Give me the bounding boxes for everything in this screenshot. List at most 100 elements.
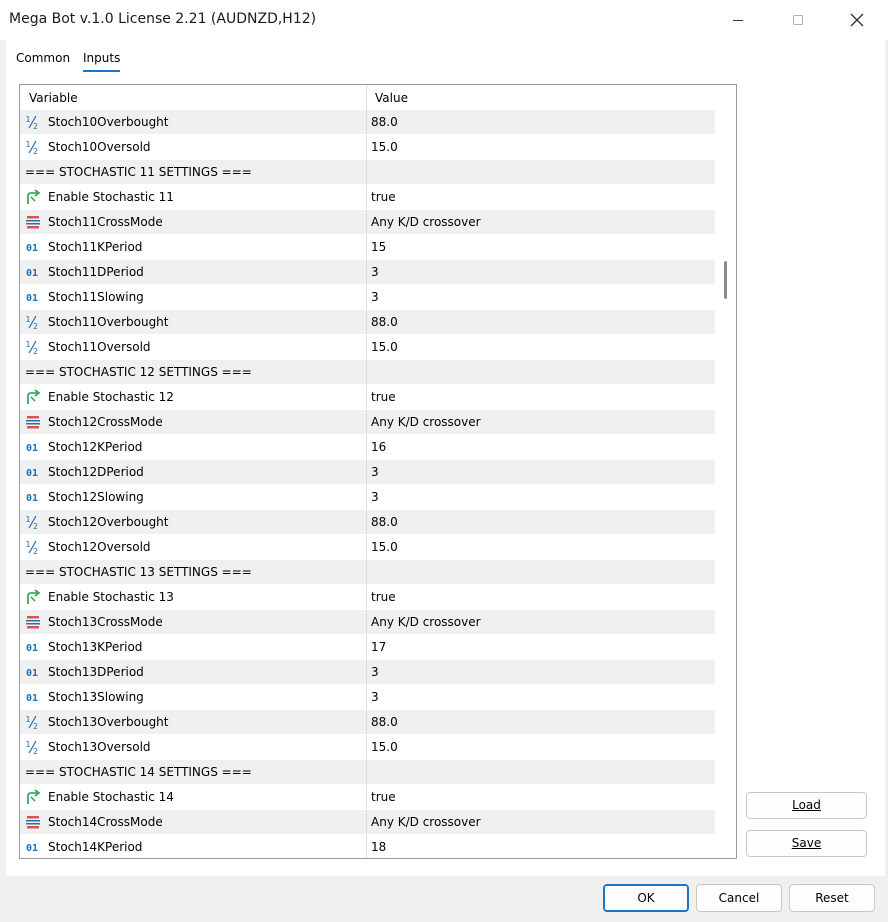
table-row[interactable]: 1 2 Stoch13Oversold 15.0 (20, 735, 715, 760)
value-cell[interactable]: Any K/D crossover (367, 410, 715, 434)
minimize-button[interactable] (708, 0, 768, 40)
variable-name: Stoch13Oversold (48, 740, 151, 754)
value-cell[interactable]: 16 (367, 435, 715, 459)
column-header-value[interactable]: Value (367, 85, 715, 110)
section-header-row[interactable]: === STOCHASTIC 13 SETTINGS === (20, 560, 715, 585)
integer-icon: 01 (25, 264, 41, 280)
variable-name: Stoch12Oversold (48, 540, 151, 554)
value-cell[interactable]: 3 (367, 685, 715, 709)
variable-cell: 01 Stoch13Slowing (20, 685, 367, 709)
table-row[interactable]: 01 Stoch14KPeriod 18 (20, 835, 715, 858)
variable-name: Stoch10Overbought (48, 115, 169, 129)
variable-cell: Enable Stochastic 14 (20, 785, 367, 809)
close-button[interactable] (827, 0, 887, 40)
reset-button[interactable]: Reset (789, 884, 875, 912)
section-header-row[interactable]: === STOCHASTIC 12 SETTINGS === (20, 360, 715, 385)
table-row[interactable]: 01 Stoch13KPeriod 17 (20, 635, 715, 660)
scrollbar-thumb[interactable] (724, 261, 727, 299)
ok-button[interactable]: OK (603, 884, 689, 912)
value-cell[interactable]: 88.0 (367, 110, 715, 134)
tab-common[interactable]: Common (16, 50, 70, 70)
value-cell[interactable]: 3 (367, 260, 715, 284)
table-row[interactable]: 01 Stoch12Slowing 3 (20, 485, 715, 510)
value-cell[interactable]: 15.0 (367, 735, 715, 759)
save-button[interactable]: Save (746, 830, 867, 857)
value-cell[interactable]: 15.0 (367, 535, 715, 559)
table-row[interactable]: 1 2 Stoch11Oversold 15.0 (20, 335, 715, 360)
variable-name: Stoch14KPeriod (48, 840, 143, 854)
table-row[interactable]: 1 2 Stoch10Overbought 88.0 (20, 110, 715, 135)
table-row[interactable]: Stoch14CrossMode Any K/D crossover (20, 810, 715, 835)
table-row[interactable]: 01 Stoch11Slowing 3 (20, 285, 715, 310)
value-cell[interactable]: 3 (367, 485, 715, 509)
svg-text:1: 1 (26, 140, 31, 149)
variable-name: === STOCHASTIC 13 SETTINGS === (25, 565, 252, 579)
variable-cell: Stoch12CrossMode (20, 410, 367, 434)
table-row[interactable]: Enable Stochastic 12 true (20, 385, 715, 410)
vertical-scrollbar[interactable] (717, 85, 736, 858)
variable-name: Stoch11CrossMode (48, 215, 163, 229)
table-row[interactable]: 01 Stoch11DPeriod 3 (20, 260, 715, 285)
value-cell[interactable]: true (367, 585, 715, 609)
integer-icon: 01 (25, 689, 41, 705)
table-row[interactable]: 01 Stoch13Slowing 3 (20, 685, 715, 710)
table-row[interactable]: Stoch11CrossMode Any K/D crossover (20, 210, 715, 235)
value-cell[interactable]: 15.0 (367, 335, 715, 359)
variable-cell: 01 Stoch12DPeriod (20, 460, 367, 484)
svg-text:2: 2 (33, 322, 38, 330)
value-cell[interactable]: true (367, 785, 715, 809)
table-row[interactable]: Enable Stochastic 11 true (20, 185, 715, 210)
table-row[interactable]: Enable Stochastic 13 true (20, 585, 715, 610)
value-cell[interactable]: 3 (367, 660, 715, 684)
value-cell (367, 560, 715, 584)
fraction-icon: 12 (25, 314, 41, 330)
table-row[interactable]: 1 2 Stoch12Oversold 15.0 (20, 535, 715, 560)
table-row[interactable]: Stoch12CrossMode Any K/D crossover (20, 410, 715, 435)
integer-icon: 01 (25, 664, 41, 680)
value-cell[interactable]: 88.0 (367, 310, 715, 334)
integer-icon: 01 (25, 489, 41, 505)
value-cell[interactable]: Any K/D crossover (367, 210, 715, 234)
value-cell[interactable]: true (367, 185, 715, 209)
integer-icon: 01 (25, 439, 41, 455)
value-cell[interactable]: 15 (367, 235, 715, 259)
table-row[interactable]: 01 Stoch11KPeriod 15 (20, 235, 715, 260)
fraction-icon: 12 (25, 514, 41, 530)
variable-cell: 1 2 Stoch11Overbought (20, 310, 367, 334)
value-cell[interactable]: 15.0 (367, 135, 715, 159)
dialog-client-area: Common Inputs Variable Value 1 2 Stoch10Ov… (6, 40, 885, 876)
variable-cell: Stoch13CrossMode (20, 610, 367, 634)
maximize-button[interactable] (768, 0, 828, 40)
table-row[interactable]: 1 2 Stoch10Oversold 15.0 (20, 135, 715, 160)
integer-icon: 01 (25, 289, 41, 305)
table-row[interactable]: 01 Stoch12KPeriod 16 (20, 435, 715, 460)
table-row[interactable]: Enable Stochastic 14 true (20, 785, 715, 810)
value-cell[interactable]: Any K/D crossover (367, 610, 715, 634)
cancel-button[interactable]: Cancel (696, 884, 782, 912)
value-cell[interactable]: 18 (367, 835, 715, 858)
footer-bar: OK Cancel Reset (0, 876, 888, 922)
table-row[interactable]: 1 2 Stoch11Overbought 88.0 (20, 310, 715, 335)
tab-inputs[interactable]: Inputs (83, 50, 121, 72)
value-cell[interactable]: true (367, 385, 715, 409)
table-row[interactable]: 01 Stoch13DPeriod 3 (20, 660, 715, 685)
value-cell[interactable]: 17 (367, 635, 715, 659)
table-row[interactable]: Stoch13CrossMode Any K/D crossover (20, 610, 715, 635)
value-cell[interactable]: 88.0 (367, 710, 715, 734)
fraction-icon: 12 (25, 139, 41, 155)
column-header-variable[interactable]: Variable (20, 85, 367, 110)
value-cell[interactable]: 3 (367, 460, 715, 484)
value-cell[interactable]: 3 (367, 285, 715, 309)
variable-name: Enable Stochastic 11 (48, 190, 174, 204)
table-row[interactable]: 1 2 Stoch12Overbought 88.0 (20, 510, 715, 535)
value-cell[interactable]: Any K/D crossover (367, 810, 715, 834)
section-header-row[interactable]: === STOCHASTIC 14 SETTINGS === (20, 760, 715, 785)
table-row[interactable]: 1 2 Stoch13Overbought 88.0 (20, 710, 715, 735)
table-row[interactable]: 01 Stoch12DPeriod 3 (20, 460, 715, 485)
svg-text:01: 01 (26, 293, 38, 304)
section-header-row[interactable]: === STOCHASTIC 11 SETTINGS === (20, 160, 715, 185)
variable-name: Stoch12KPeriod (48, 440, 143, 454)
value-cell[interactable]: 88.0 (367, 510, 715, 534)
load-button[interactable]: Load (746, 792, 867, 819)
variable-cell: 1 2 Stoch10Oversold (20, 135, 367, 159)
